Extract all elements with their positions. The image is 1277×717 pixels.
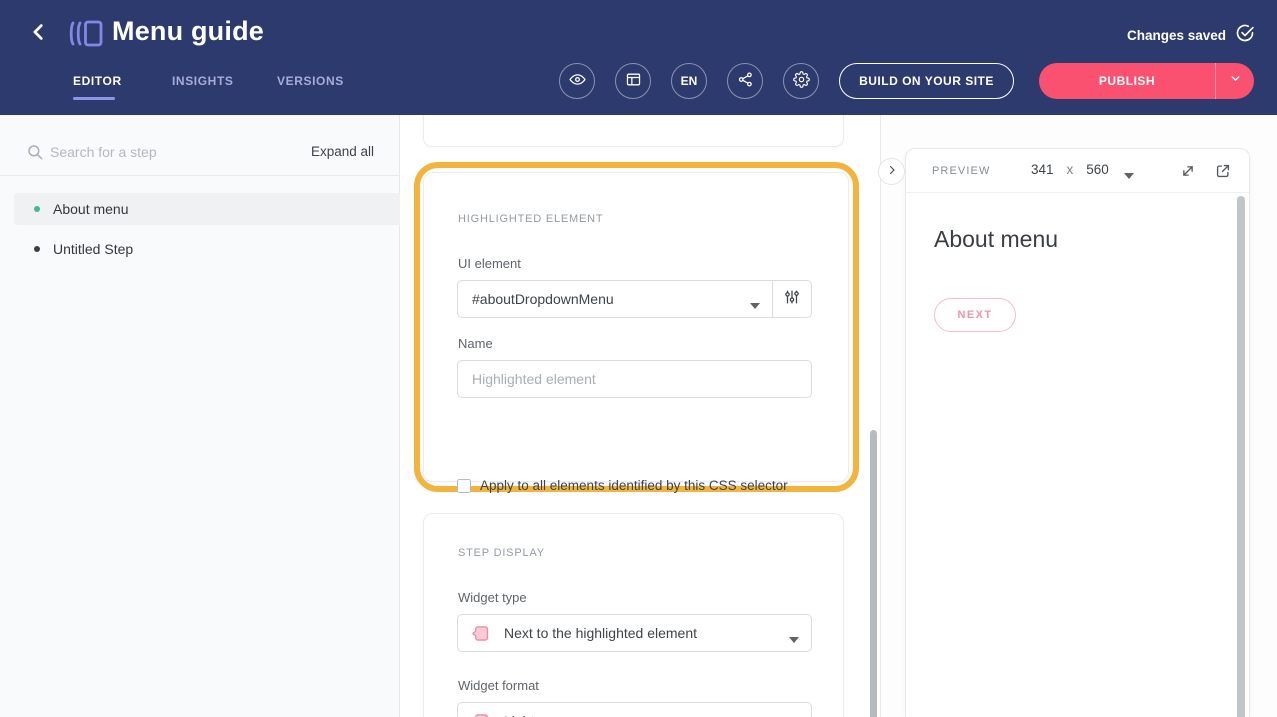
header: Menu guide Changes saved EDITOR INSIGHTS… (0, 0, 1277, 115)
caret-down-icon (789, 630, 799, 636)
widget-type-label: Widget type (458, 590, 527, 605)
save-status: Changes saved (1127, 23, 1255, 48)
step-label: About menu (53, 201, 129, 217)
tab-insights[interactable]: INSIGHTS (172, 74, 233, 88)
preview-title: PREVIEW (932, 165, 990, 177)
settings-button[interactable] (783, 63, 819, 99)
check-circle-icon (1235, 23, 1255, 48)
highlighted-element-card: HIGHLIGHTED ELEMENT UI element #aboutDro… (423, 172, 849, 482)
preview-width-value: 341 (1031, 162, 1054, 177)
expand-diagonal-icon (1179, 167, 1197, 184)
language-button[interactable]: EN (671, 63, 707, 99)
widget-type-value: Next to the highlighted element (504, 625, 776, 641)
tab-versions[interactable]: VERSIONS (277, 74, 344, 88)
ui-element-value: #aboutDropdownMenu (472, 291, 750, 307)
widget-format-value: Light (504, 713, 776, 717)
step-item-untitled-step[interactable]: Untitled Step (14, 233, 400, 265)
tooltip-widget-icon (470, 711, 491, 717)
external-link-icon (1214, 167, 1232, 184)
previous-card-fragment (423, 115, 844, 147)
step-label: Untitled Step (53, 241, 133, 257)
preview-eye-button[interactable] (559, 63, 595, 99)
caret-down-icon (1124, 167, 1134, 173)
preview-step-title: About menu (934, 226, 1058, 253)
save-status-text: Changes saved (1127, 28, 1226, 43)
selector-settings-button[interactable] (773, 281, 811, 317)
size-separator: x (1067, 162, 1074, 177)
guide-logo-icon (68, 18, 105, 49)
preview-next-button[interactable]: NEXT (934, 298, 1016, 332)
open-in-new-window-button[interactable] (1214, 162, 1232, 180)
publish-split-button[interactable]: PUBLISH (1039, 63, 1254, 99)
layout-panel-icon (625, 71, 642, 91)
sidebar-divider (0, 175, 400, 176)
chevron-left-icon (28, 21, 50, 48)
apply-all-label: Apply to all elements identified by this… (480, 478, 788, 493)
preview-size-select[interactable]: 341 x 560 (1031, 162, 1134, 177)
collapse-preview-button[interactable] (878, 158, 905, 185)
widget-format-select[interactable]: Light (457, 702, 812, 717)
app-window: Menu guide Changes saved EDITOR INSIGHTS… (0, 0, 1277, 717)
tab-editor[interactable]: EDITOR (73, 74, 122, 88)
caret-down-icon (750, 296, 760, 302)
sliders-icon (783, 288, 801, 311)
apply-all-checkbox[interactable] (457, 479, 471, 493)
language-label: EN (681, 74, 698, 88)
share-button[interactable] (727, 63, 763, 99)
gear-icon (793, 71, 810, 91)
eye-icon (569, 71, 586, 91)
ui-element-select[interactable]: #aboutDropdownMenu (458, 281, 772, 317)
publish-button[interactable]: PUBLISH (1039, 63, 1215, 99)
layout-button[interactable] (615, 63, 651, 99)
search-icon (26, 143, 44, 161)
widget-type-select[interactable]: Next to the highlighted element (457, 614, 812, 652)
editor-scrollbar[interactable] (870, 430, 877, 717)
step-status-dot (34, 246, 40, 252)
apply-all-row: Apply to all elements identified by this… (457, 478, 788, 493)
sidebar-content: Expand all About menu Untitled Step (0, 115, 400, 717)
tooltip-widget-icon (470, 623, 491, 644)
build-on-your-site-button[interactable]: BUILD ON YOUR SITE (839, 63, 1014, 99)
preview-panel: PREVIEW 341 x 560 About menu NEXT (905, 148, 1250, 717)
publish-dropdown-button[interactable] (1216, 63, 1254, 99)
preview-header: PREVIEW 341 x 560 (906, 149, 1249, 193)
chevron-down-icon (1229, 72, 1242, 90)
ui-element-field: #aboutDropdownMenu (457, 280, 812, 318)
chevron-right-icon (886, 163, 898, 181)
preview-height-value: 560 (1086, 162, 1109, 177)
expand-all-link[interactable]: Expand all (311, 144, 374, 159)
name-label: Name (458, 336, 493, 351)
fullscreen-preview-button[interactable] (1179, 162, 1197, 180)
active-tab-underline (73, 97, 115, 100)
back-button[interactable] (26, 21, 52, 47)
step-status-dot (34, 206, 40, 212)
section-title: STEP DISPLAY (458, 547, 545, 559)
step-item-about-menu[interactable]: About menu (14, 193, 400, 225)
step-display-card: STEP DISPLAY Widget type Next to the hig… (423, 513, 844, 717)
ui-element-label: UI element (458, 256, 521, 271)
search-input[interactable] (50, 136, 255, 168)
step-editor: HIGHLIGHTED ELEMENT UI element #aboutDro… (400, 115, 880, 717)
name-input[interactable] (457, 360, 812, 398)
share-icon (737, 71, 754, 91)
widget-format-label: Widget format (458, 678, 539, 693)
page-title: Menu guide (112, 16, 264, 47)
section-title: HIGHLIGHTED ELEMENT (458, 213, 603, 225)
preview-scrollbar[interactable] (1237, 196, 1245, 717)
